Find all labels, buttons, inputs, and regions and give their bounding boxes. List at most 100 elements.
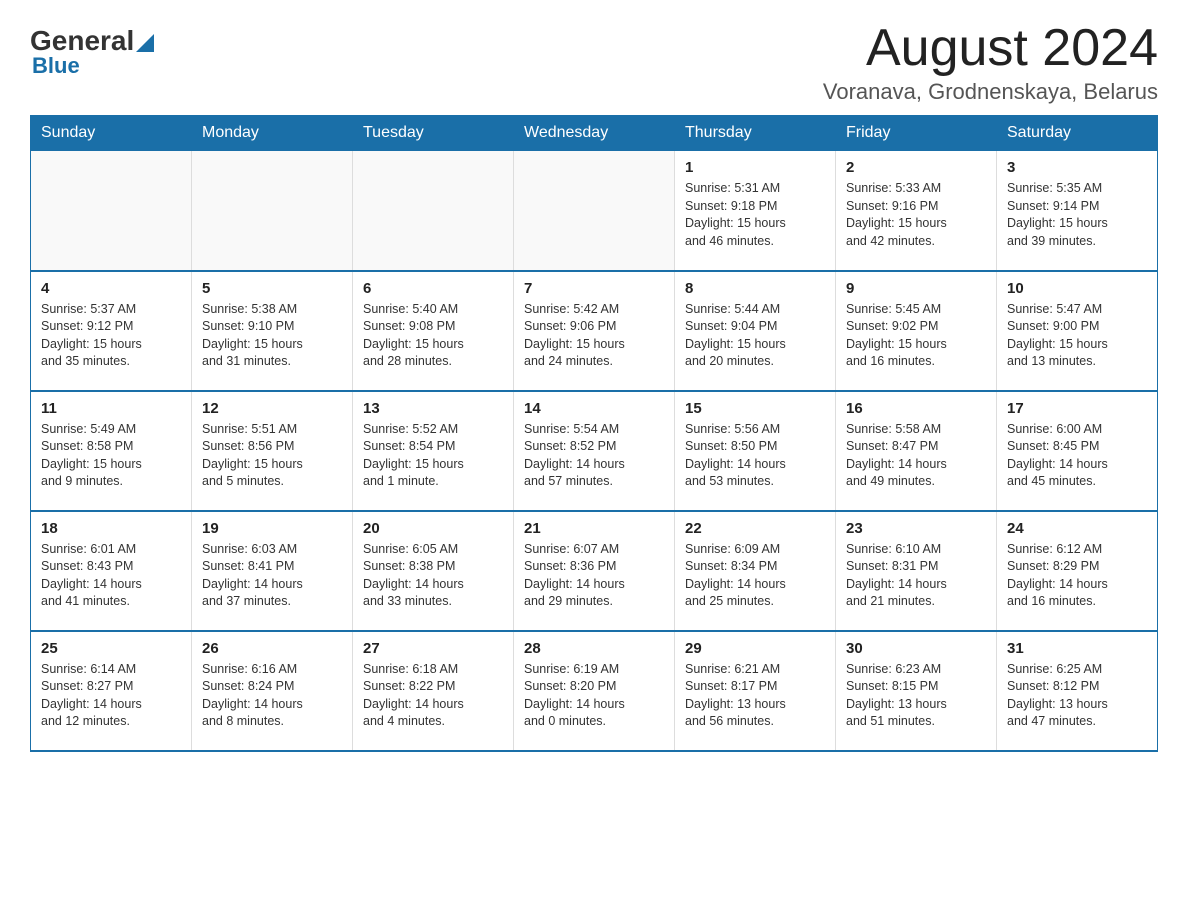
calendar-cell: 25 Sunrise: 6:14 AM Sunset: 8:27 PM Dayli… (31, 631, 192, 751)
day-number: 11 (41, 400, 181, 417)
calendar-cell: 23 Sunrise: 6:10 AM Sunset: 8:31 PM Dayli… (836, 511, 997, 631)
calendar-cell: 1Sunrise: 5:31 AM Sunset: 9:18 PM Daylig… (675, 151, 836, 271)
col-friday: Friday (836, 116, 997, 151)
calendar-cell (31, 151, 192, 271)
col-wednesday: Wednesday (514, 116, 675, 151)
header-row: Sunday Monday Tuesday Wednesday Thursday… (31, 116, 1158, 151)
calendar-cell: 29 Sunrise: 6:21 AM Sunset: 8:17 PM Dayli… (675, 631, 836, 751)
day-info: Sunrise: 6:23 AM Sunset: 8:15 PM Dayligh… (846, 661, 986, 731)
day-number: 9 (846, 280, 986, 297)
day-info: Sunrise: 6:19 AM Sunset: 8:20 PM Dayligh… (524, 661, 664, 731)
week-row-4: 18 Sunrise: 6:01 AM Sunset: 8:43 PM Dayli… (31, 511, 1158, 631)
page-header: General Blue August 2024 Voranava, Grodn… (30, 20, 1158, 105)
calendar-cell: 2Sunrise: 5:33 AM Sunset: 9:16 PM Daylig… (836, 151, 997, 271)
day-number: 18 (41, 520, 181, 537)
calendar-body: 1Sunrise: 5:31 AM Sunset: 9:18 PM Daylig… (31, 151, 1158, 751)
day-info: Sunrise: 5:42 AM Sunset: 9:06 PM Dayligh… (524, 301, 664, 371)
calendar-cell: 11 Sunrise: 5:49 AM Sunset: 8:58 PM Dayli… (31, 391, 192, 511)
col-sunday: Sunday (31, 116, 192, 151)
calendar-cell: 28 Sunrise: 6:19 AM Sunset: 8:20 PM Dayli… (514, 631, 675, 751)
day-info: Sunrise: 5:58 AM Sunset: 8:47 PM Dayligh… (846, 421, 986, 491)
calendar-cell: 18 Sunrise: 6:01 AM Sunset: 8:43 PM Dayli… (31, 511, 192, 631)
day-number: 30 (846, 640, 986, 657)
calendar-cell: 24 Sunrise: 6:12 AM Sunset: 8:29 PM Dayli… (997, 511, 1158, 631)
calendar-cell: 5 Sunrise: 5:38 AM Sunset: 9:10 PM Daylig… (192, 271, 353, 391)
calendar-cell: 17 Sunrise: 6:00 AM Sunset: 8:45 PM Dayli… (997, 391, 1158, 511)
day-number: 10 (1007, 280, 1147, 297)
day-number: 14 (524, 400, 664, 417)
day-info: Sunrise: 6:16 AM Sunset: 8:24 PM Dayligh… (202, 661, 342, 731)
day-number: 22 (685, 520, 825, 537)
day-info: Sunrise: 5:47 AM Sunset: 9:00 PM Dayligh… (1007, 301, 1147, 371)
calendar-cell: 20Sunrise: 6:05 AM Sunset: 8:38 PM Dayli… (353, 511, 514, 631)
day-info: Sunrise: 5:45 AM Sunset: 9:02 PM Dayligh… (846, 301, 986, 371)
day-info: Sunrise: 5:40 AM Sunset: 9:08 PM Dayligh… (363, 301, 503, 371)
day-number: 6 (363, 280, 503, 297)
day-info: Sunrise: 5:31 AM Sunset: 9:18 PM Dayligh… (685, 180, 825, 250)
day-info: Sunrise: 6:14 AM Sunset: 8:27 PM Dayligh… (41, 661, 181, 731)
week-row-1: 1Sunrise: 5:31 AM Sunset: 9:18 PM Daylig… (31, 151, 1158, 271)
title-section: August 2024 Voranava, Grodnenskaya, Bela… (823, 20, 1158, 105)
calendar-cell: 31 Sunrise: 6:25 AM Sunset: 8:12 PM Dayli… (997, 631, 1158, 751)
calendar-cell: 4 Sunrise: 5:37 AM Sunset: 9:12 PM Daylig… (31, 271, 192, 391)
day-info: Sunrise: 6:12 AM Sunset: 8:29 PM Dayligh… (1007, 541, 1147, 611)
day-number: 7 (524, 280, 664, 297)
calendar-cell: 9 Sunrise: 5:45 AM Sunset: 9:02 PM Daylig… (836, 271, 997, 391)
day-number: 26 (202, 640, 342, 657)
calendar-cell: 27 Sunrise: 6:18 AM Sunset: 8:22 PM Dayli… (353, 631, 514, 751)
day-number: 5 (202, 280, 342, 297)
col-tuesday: Tuesday (353, 116, 514, 151)
day-info: Sunrise: 5:54 AM Sunset: 8:52 PM Dayligh… (524, 421, 664, 491)
day-info: Sunrise: 5:35 AM Sunset: 9:14 PM Dayligh… (1007, 180, 1147, 250)
day-info: Sunrise: 5:44 AM Sunset: 9:04 PM Dayligh… (685, 301, 825, 371)
calendar-cell: 30 Sunrise: 6:23 AM Sunset: 8:15 PM Dayli… (836, 631, 997, 751)
calendar-cell: 15Sunrise: 5:56 AM Sunset: 8:50 PM Dayli… (675, 391, 836, 511)
calendar-cell: 6 Sunrise: 5:40 AM Sunset: 9:08 PM Daylig… (353, 271, 514, 391)
day-info: Sunrise: 6:21 AM Sunset: 8:17 PM Dayligh… (685, 661, 825, 731)
day-info: Sunrise: 6:03 AM Sunset: 8:41 PM Dayligh… (202, 541, 342, 611)
day-info: Sunrise: 5:38 AM Sunset: 9:10 PM Dayligh… (202, 301, 342, 371)
day-info: Sunrise: 5:49 AM Sunset: 8:58 PM Dayligh… (41, 421, 181, 491)
day-info: Sunrise: 6:10 AM Sunset: 8:31 PM Dayligh… (846, 541, 986, 611)
col-thursday: Thursday (675, 116, 836, 151)
calendar-cell: 13Sunrise: 5:52 AM Sunset: 8:54 PM Dayli… (353, 391, 514, 511)
logo: General Blue (30, 25, 154, 79)
day-number: 12 (202, 400, 342, 417)
week-row-2: 4 Sunrise: 5:37 AM Sunset: 9:12 PM Daylig… (31, 271, 1158, 391)
day-number: 28 (524, 640, 664, 657)
day-number: 24 (1007, 520, 1147, 537)
day-number: 20 (363, 520, 503, 537)
day-number: 2 (846, 159, 986, 176)
day-info: Sunrise: 6:01 AM Sunset: 8:43 PM Dayligh… (41, 541, 181, 611)
day-number: 19 (202, 520, 342, 537)
day-number: 29 (685, 640, 825, 657)
calendar-cell (353, 151, 514, 271)
day-info: Sunrise: 5:56 AM Sunset: 8:50 PM Dayligh… (685, 421, 825, 491)
day-info: Sunrise: 6:18 AM Sunset: 8:22 PM Dayligh… (363, 661, 503, 731)
month-title: August 2024 (823, 20, 1158, 77)
day-info: Sunrise: 6:00 AM Sunset: 8:45 PM Dayligh… (1007, 421, 1147, 491)
day-info: Sunrise: 5:51 AM Sunset: 8:56 PM Dayligh… (202, 421, 342, 491)
day-number: 3 (1007, 159, 1147, 176)
calendar-cell: 7 Sunrise: 5:42 AM Sunset: 9:06 PM Daylig… (514, 271, 675, 391)
calendar-cell: 10 Sunrise: 5:47 AM Sunset: 9:00 PM Dayli… (997, 271, 1158, 391)
day-number: 23 (846, 520, 986, 537)
calendar-cell: 16 Sunrise: 5:58 AM Sunset: 8:47 PM Dayli… (836, 391, 997, 511)
day-number: 25 (41, 640, 181, 657)
col-monday: Monday (192, 116, 353, 151)
calendar-cell: 3 Sunrise: 5:35 AM Sunset: 9:14 PM Daylig… (997, 151, 1158, 271)
calendar-cell: 19 Sunrise: 6:03 AM Sunset: 8:41 PM Dayli… (192, 511, 353, 631)
day-info: Sunrise: 6:25 AM Sunset: 8:12 PM Dayligh… (1007, 661, 1147, 731)
day-number: 4 (41, 280, 181, 297)
day-number: 17 (1007, 400, 1147, 417)
calendar-cell: 22Sunrise: 6:09 AM Sunset: 8:34 PM Dayli… (675, 511, 836, 631)
day-info: Sunrise: 6:07 AM Sunset: 8:36 PM Dayligh… (524, 541, 664, 611)
day-number: 31 (1007, 640, 1147, 657)
logo-triangle-icon (136, 32, 154, 52)
calendar-cell: 26 Sunrise: 6:16 AM Sunset: 8:24 PM Dayli… (192, 631, 353, 751)
day-number: 27 (363, 640, 503, 657)
day-number: 16 (846, 400, 986, 417)
week-row-5: 25 Sunrise: 6:14 AM Sunset: 8:27 PM Dayli… (31, 631, 1158, 751)
day-info: Sunrise: 5:37 AM Sunset: 9:12 PM Dayligh… (41, 301, 181, 371)
calendar-cell: 8Sunrise: 5:44 AM Sunset: 9:04 PM Daylig… (675, 271, 836, 391)
